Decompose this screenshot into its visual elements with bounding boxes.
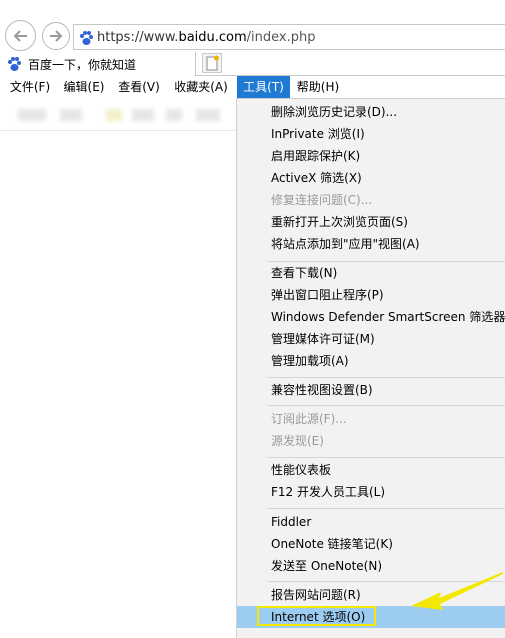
menu-separator	[267, 457, 505, 458]
menu-item-label: 启用跟踪保护(K)	[271, 149, 361, 163]
menu-item-manage-addons[interactable]: 管理加载项(A)	[237, 350, 505, 372]
menu-item-label: 管理加载项(A)	[271, 354, 349, 368]
menu-item-label: InPrivate 浏览(I)	[271, 127, 365, 141]
menu-item-fix-connection: 修复连接问题(C)...	[237, 189, 505, 211]
menu-item-onenote-linked-notes[interactable]: OneNote 链接笔记(K)	[237, 533, 505, 555]
menu-separator	[267, 508, 505, 509]
forward-arrow-icon	[50, 30, 63, 42]
menu-edit[interactable]: 编辑(E)	[60, 76, 108, 98]
menu-item-label: Fiddler	[271, 515, 312, 529]
menu-item-label: 弹出窗口阻止程序(P)	[271, 288, 384, 302]
menu-item-label: OneNote 链接笔记(K)	[271, 537, 393, 551]
menu-item-subscribe-feed: 订阅此源(F)...	[237, 408, 505, 430]
favorite-link[interactable]	[166, 109, 182, 121]
baidu-paw-icon	[8, 57, 21, 71]
menu-separator	[267, 405, 505, 406]
menu-item-popup-blocker[interactable]: 弹出窗口阻止程序(P)	[237, 284, 505, 306]
annotation-arrow-icon	[411, 572, 503, 610]
favorites-bar	[0, 100, 236, 128]
menu-item-smartscreen[interactable]: Windows Defender SmartScreen 筛选器(	[237, 306, 505, 328]
menu-item-view-downloads[interactable]: 查看下载(N)	[237, 262, 505, 284]
url-scheme: https://www.	[97, 30, 179, 45]
baidu-paw-icon	[80, 31, 93, 45]
menu-favorites[interactable]: 收藏夹(A)	[170, 76, 232, 98]
new-tab-icon	[206, 55, 219, 71]
menu-item-label: ActiveX 筛选(X)	[271, 171, 362, 185]
forward-button[interactable]	[42, 22, 70, 50]
menu-item-label: 源发现(E)	[271, 434, 324, 448]
menu-bar: 文件(F) 编辑(E) 查看(V) 收藏夹(A) 工具(T) 帮助(H)	[0, 76, 505, 98]
menu-tools[interactable]: 工具(T)	[237, 76, 290, 98]
url-path: /index.php	[246, 30, 316, 45]
menu-item-activex-filter[interactable]: ActiveX 筛选(X)	[237, 167, 505, 189]
menu-item-label: 查看下载(N)	[271, 266, 338, 280]
address-bar-row: https://www.baidu.com/index.php	[0, 0, 505, 52]
new-tab-button[interactable]	[202, 53, 222, 73]
menu-file[interactable]: 文件(F)	[6, 76, 54, 98]
menu-item-label[interactable]: 重新打开上次浏览页面(S)	[271, 211, 408, 233]
menu-item-compat-view[interactable]: 兼容性视图设置(B)	[237, 379, 505, 401]
menu-item-f12-devtools[interactable]: F12 开发人员工具(L)	[237, 481, 505, 503]
back-button[interactable]	[5, 20, 36, 51]
tab-title: 百度一下，你就知道	[28, 58, 137, 72]
menu-item-label: 修复连接问题(C)...	[271, 193, 373, 207]
menu-item-label: 将站点添加到"应用"视图(A)	[271, 237, 420, 251]
tab-bar: 百度一下，你就知道	[0, 52, 505, 76]
menu-item-media-licenses[interactable]: 管理媒体许可证(M)	[237, 328, 505, 350]
menu-item-label: F12 开发人员工具(L)	[271, 485, 386, 499]
url-domain: baidu.com	[178, 30, 247, 45]
favorites-divider	[0, 130, 237, 131]
menu-item-inprivate[interactable]: InPrivate 浏览(I)	[237, 123, 505, 145]
menu-item-label: 发送至 OneNote(N)	[271, 559, 382, 573]
menu-item-tracking-protection[interactable]: 启用跟踪保护(K)	[237, 145, 505, 167]
menu-item-delete-history[interactable]: 删除浏览历史记录(D)...	[237, 101, 505, 123]
favorite-link[interactable]	[60, 109, 82, 121]
menu-item-performance-dashboard[interactable]: 性能仪表板	[237, 459, 505, 481]
menu-help[interactable]: 帮助(H)	[293, 76, 343, 98]
favorite-link[interactable]	[196, 109, 220, 121]
menu-item-label: 性能仪表板	[271, 463, 332, 477]
favorite-link[interactable]	[132, 109, 154, 121]
menu-item-label: 管理媒体许可证(M)	[271, 332, 375, 346]
menu-item-label: 兼容性视图设置(B)	[271, 383, 373, 397]
favorite-link[interactable]	[18, 109, 46, 121]
tools-dropdown-menu: 删除浏览历史记录(D)... InPrivate 浏览(I) 启用跟踪保护(K)…	[236, 98, 505, 638]
menu-item-add-site-to-apps[interactable]: 将站点添加到"应用"视图(A)	[237, 233, 505, 255]
menu-item-label: 删除浏览历史记录(D)...	[271, 105, 398, 119]
menu-item-label: 订阅此源(F)...	[271, 412, 347, 426]
annotation-highlight-box	[257, 606, 376, 626]
favorite-link[interactable]	[106, 109, 122, 121]
menu-item-label: Windows Defender SmartScreen 筛选器(	[271, 310, 505, 324]
tab-baidu[interactable]: 百度一下，你就知道	[0, 52, 196, 76]
menu-view[interactable]: 查看(V)	[114, 76, 164, 98]
menu-separator	[267, 377, 505, 378]
menu-item-label: 报告网站问题(R)	[271, 588, 361, 602]
back-arrow-icon	[13, 29, 27, 42]
menu-item-fiddler[interactable]: Fiddler	[237, 511, 505, 533]
url-text: https://www.baidu.com/index.php	[97, 30, 315, 45]
url-input[interactable]: https://www.baidu.com/index.php	[73, 24, 505, 50]
menu-item-feed-discovery: 源发现(E)	[237, 430, 505, 452]
menu-item-reopen-session[interactable]: 重新打开上次浏览页面(S)	[237, 211, 505, 233]
